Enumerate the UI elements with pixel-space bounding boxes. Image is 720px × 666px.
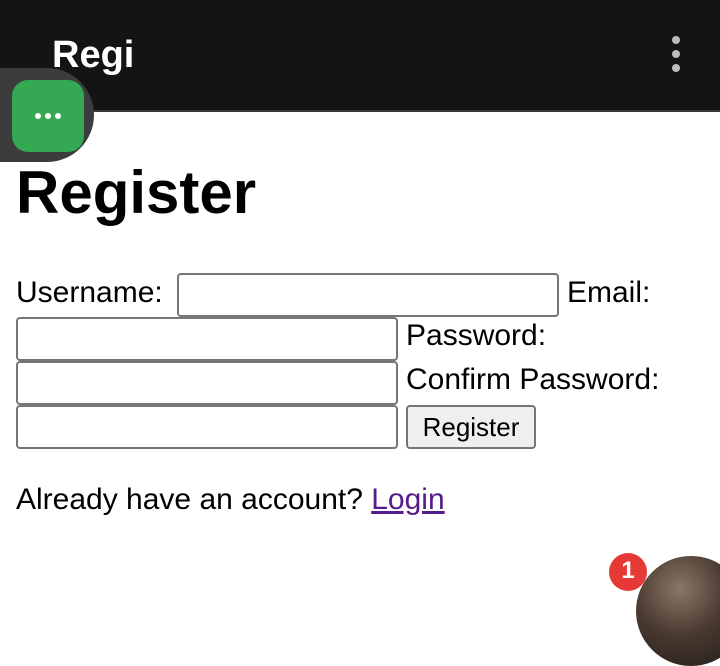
- username-label: Username:: [16, 276, 163, 309]
- more-vert-icon[interactable]: [664, 34, 688, 74]
- password-field[interactable]: [16, 361, 398, 405]
- login-prompt-text: Already have an account?: [16, 483, 363, 516]
- app-bar: Regi: [0, 0, 720, 112]
- login-prompt: Already have an account? Login: [16, 482, 445, 518]
- confirm-password-field[interactable]: [16, 405, 398, 449]
- more-horiz-icon[interactable]: [12, 80, 84, 152]
- notification-badge: 1: [609, 553, 647, 591]
- login-link[interactable]: Login: [371, 483, 444, 516]
- username-field[interactable]: [177, 273, 559, 317]
- page-title: Register: [16, 159, 257, 226]
- chat-head-avatar[interactable]: [636, 556, 720, 666]
- email-label: Email:: [567, 276, 651, 309]
- email-field[interactable]: [16, 317, 398, 361]
- confirm-password-label: Confirm Password:: [406, 363, 660, 396]
- register-button[interactable]: Register: [406, 405, 536, 449]
- password-label: Password:: [406, 319, 547, 352]
